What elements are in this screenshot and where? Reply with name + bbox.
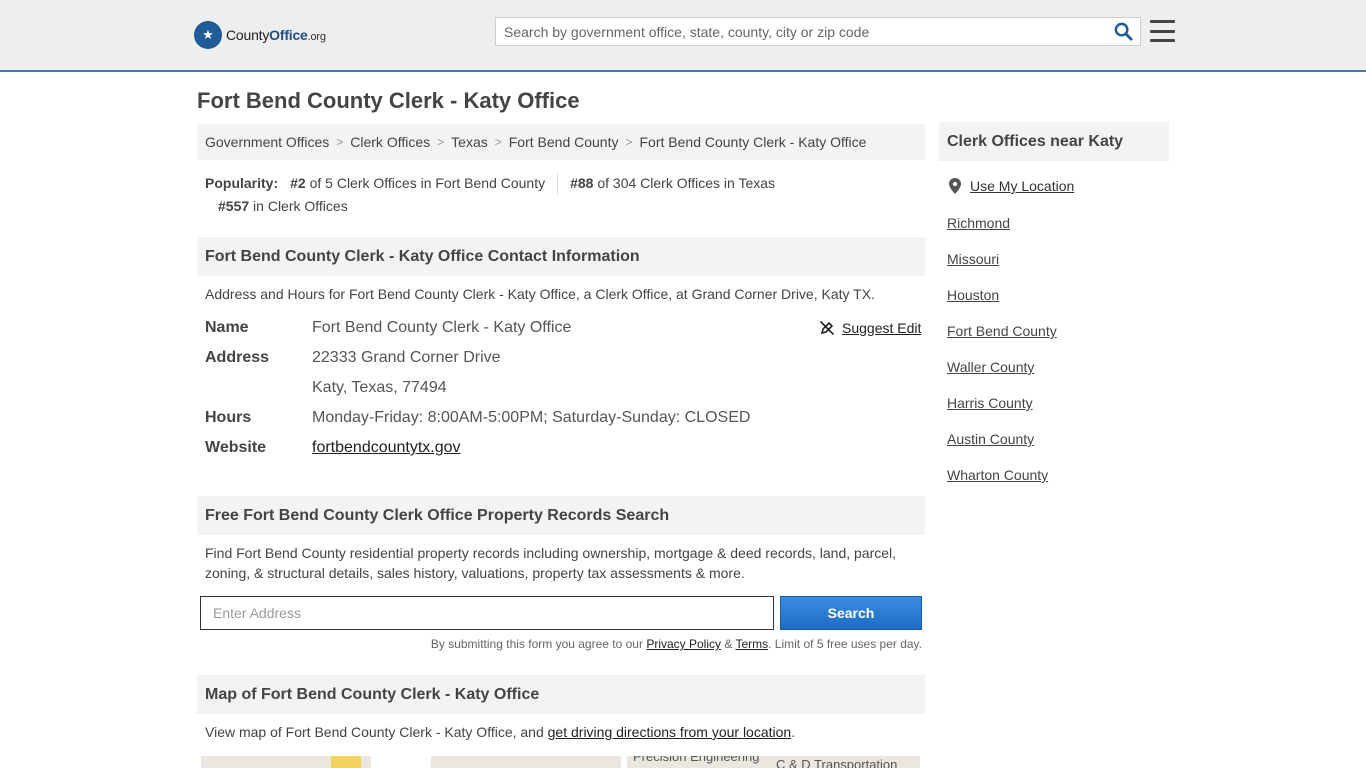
chevron-right-icon: > [336, 135, 344, 149]
breadcrumb-current[interactable]: Fort Bend County Clerk - Katy Office [640, 134, 867, 150]
office-name-value: Fort Bend County Clerk - Katy Office [312, 319, 572, 336]
use-my-location-label: Use My Location [970, 178, 1075, 194]
hamburger-menu-icon[interactable] [1150, 20, 1175, 42]
top-header: ★ CountyOffice.org [0, 0, 1366, 72]
info-row-address-2: Katy, Texas, 77494 [205, 379, 447, 397]
property-description: Find Fort Bend County residential proper… [205, 545, 897, 581]
map-pin-icon [949, 178, 961, 194]
page-title: Fort Bend County Clerk - Katy Office [197, 88, 580, 113]
form-disclaimer: By submitting this form you agree to our… [430, 637, 922, 651]
breadcrumb: Government Offices > Clerk Offices > Tex… [197, 124, 925, 160]
terms-link[interactable]: Terms [735, 637, 768, 651]
info-label: Hours [205, 409, 252, 426]
hours-value: Monday-Friday: 8:00AM-5:00PM; Saturday-S… [312, 409, 751, 426]
info-label: Address [205, 349, 270, 366]
map-place-label: C & D Transportation [776, 757, 898, 768]
chevron-right-icon: > [625, 135, 633, 149]
info-row-website: Website fortbendcountytx.gov [205, 439, 461, 457]
map-section-heading: Map of Fort Bend County Clerk - Katy Off… [197, 675, 925, 714]
info-row-hours: Hours Monday-Friday: 8:00AM-5:00PM; Satu… [205, 409, 750, 427]
sidebar-link-harris-county[interactable]: Harris County [947, 395, 1033, 411]
info-label: Website [205, 439, 267, 456]
office-map[interactable]: Precision Engineering C & D Transportati… [201, 756, 920, 768]
search-icon[interactable] [1106, 18, 1140, 45]
website-link[interactable]: fortbendcountytx.gov [312, 439, 461, 456]
breadcrumb-clerk-offices[interactable]: Clerk Offices [350, 134, 430, 150]
sidebar-heading: Clerk Offices near Katy [939, 122, 1169, 161]
address-input[interactable] [200, 596, 774, 630]
popularity-rank-county: #2 of 5 Clerk Offices in Fort Bend Count… [290, 175, 546, 191]
property-search-button[interactable]: Search [780, 596, 922, 630]
breadcrumb-fort-bend-county[interactable]: Fort Bend County [509, 134, 619, 150]
logo-text: CountyOffice.org [226, 27, 326, 43]
sidebar-link-austin-county[interactable]: Austin County [947, 431, 1034, 447]
divider [557, 173, 559, 194]
sidebar-link-richmond[interactable]: Richmond [947, 215, 1010, 231]
sidebar-link-missouri[interactable]: Missouri [947, 251, 999, 267]
info-row-name: Name Fort Bend County Clerk - Katy Offic… [205, 319, 571, 337]
breadcrumb-texas[interactable]: Texas [451, 134, 488, 150]
info-row-address: Address 22333 Grand Corner Drive [205, 349, 501, 367]
use-my-location-link[interactable]: Use My Location [949, 178, 1074, 194]
property-section-heading: Free Fort Bend County Clerk Office Prope… [197, 496, 925, 535]
sidebar-link-waller-county[interactable]: Waller County [947, 359, 1034, 375]
suggest-edit-link[interactable]: Suggest Edit [819, 320, 921, 336]
popularity-rank-state: #88 of 304 Clerk Offices in Texas [570, 175, 776, 191]
suggest-edit-label: Suggest Edit [842, 320, 922, 336]
map-road [371, 756, 431, 768]
sidebar-link-houston[interactable]: Houston [947, 287, 999, 303]
info-label: Name [205, 319, 249, 336]
map-road [331, 756, 361, 768]
address-line-2: Katy, Texas, 77494 [312, 379, 447, 396]
driving-directions-link[interactable]: get driving directions from your locatio… [548, 724, 792, 740]
contact-description: Address and Hours for Fort Bend County C… [205, 286, 875, 302]
eagle-seal-icon: ★ [194, 21, 222, 49]
contact-section-heading: Fort Bend County Clerk - Katy Office Con… [197, 237, 925, 276]
popularity-info: Popularity: #2 of 5 Clerk Offices in For… [205, 172, 925, 218]
site-logo[interactable]: ★ CountyOffice.org [194, 20, 326, 50]
info-label-spacer [205, 379, 312, 397]
popularity-rank-national: #557 in Clerk Offices [218, 198, 348, 214]
breadcrumb-government-offices[interactable]: Government Offices [205, 134, 329, 150]
chevron-right-icon: > [494, 135, 502, 149]
site-search [495, 17, 1141, 46]
map-place-label: Precision Engineering [633, 756, 760, 764]
map-description: View map of Fort Bend County Clerk - Kat… [205, 724, 796, 740]
edit-off-icon [819, 320, 835, 336]
popularity-label: Popularity: [205, 175, 279, 191]
site-search-input[interactable] [496, 18, 1106, 45]
sidebar-link-fort-bend-county[interactable]: Fort Bend County [947, 323, 1057, 339]
chevron-right-icon: > [437, 135, 445, 149]
sidebar-link-wharton-county[interactable]: Wharton County [947, 467, 1048, 483]
map-road [621, 756, 627, 768]
privacy-policy-link[interactable]: Privacy Policy [646, 637, 721, 651]
address-line-1: 22333 Grand Corner Drive [312, 349, 501, 366]
